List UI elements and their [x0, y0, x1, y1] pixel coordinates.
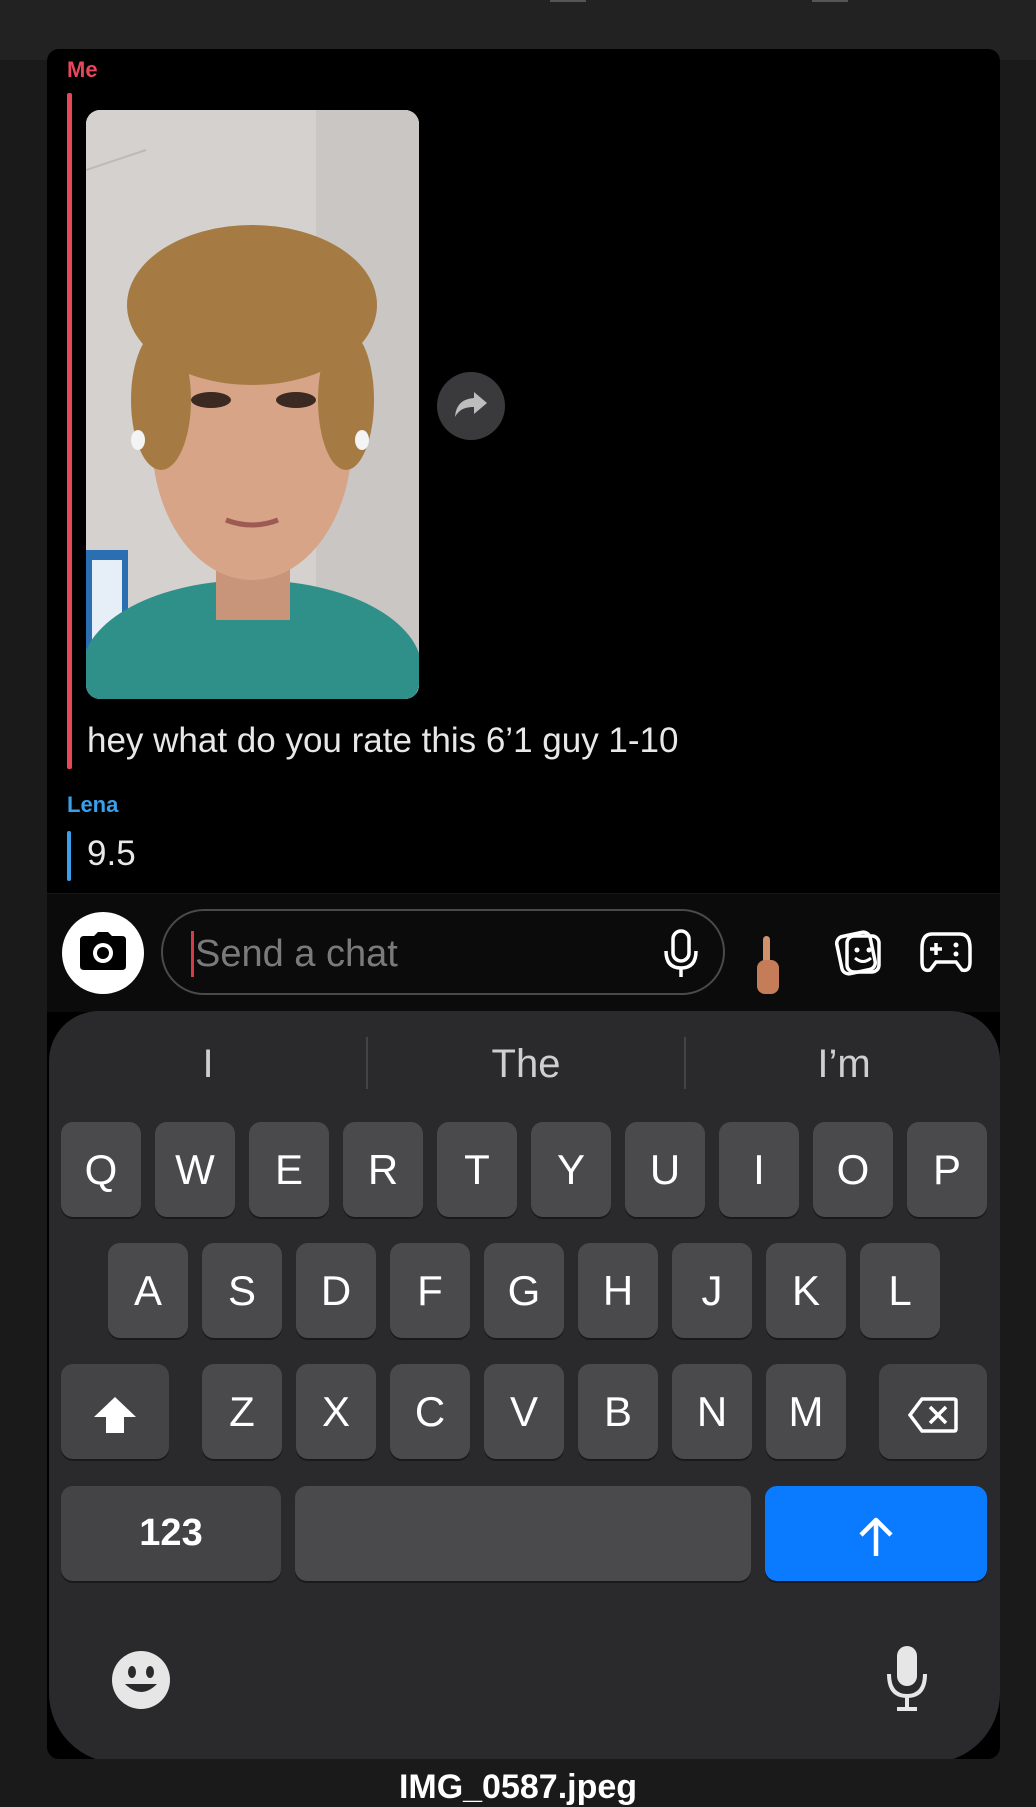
sender-bar-me	[67, 93, 72, 769]
camera-icon	[80, 931, 126, 975]
sender-bar-lena	[67, 831, 71, 881]
key-a[interactable]: A	[108, 1243, 188, 1338]
key-l[interactable]: L	[860, 1243, 940, 1338]
text-cursor	[191, 931, 194, 977]
key-e[interactable]: E	[249, 1122, 329, 1217]
suggestion-2[interactable]: The	[367, 1035, 685, 1093]
key-w[interactable]: W	[155, 1122, 235, 1217]
key-t[interactable]: T	[437, 1122, 517, 1217]
pointing-finger-icon[interactable]	[755, 936, 781, 1001]
key-o[interactable]: O	[813, 1122, 893, 1217]
sender-label-lena: Lena	[67, 792, 119, 817]
suggestion-3[interactable]: I’m	[685, 1035, 1000, 1093]
share-icon	[454, 390, 488, 423]
key-h[interactable]: H	[578, 1243, 658, 1338]
key-p[interactable]: P	[907, 1122, 987, 1217]
key-n[interactable]: N	[672, 1364, 752, 1459]
key-y[interactable]: Y	[531, 1122, 611, 1217]
send-arrow-icon	[858, 1510, 894, 1557]
key-q[interactable]: Q	[61, 1122, 141, 1217]
key-f[interactable]: F	[390, 1243, 470, 1338]
chat-screen: Me hey what do you rate this 6’1 guy 1-1…	[47, 49, 1000, 1759]
snap-photo[interactable]	[86, 110, 419, 699]
key-v[interactable]: V	[484, 1364, 564, 1459]
key-c[interactable]: C	[390, 1364, 470, 1459]
chat-input-placeholder: Send a chat	[195, 933, 398, 975]
keyboard: I The I’m Q W E R T Y U I O P A S D F G …	[49, 1011, 1000, 1759]
key-d[interactable]: D	[296, 1243, 376, 1338]
game-controller-icon[interactable]	[920, 930, 972, 979]
send-key[interactable]	[765, 1486, 987, 1581]
sticker-icon[interactable]	[833, 930, 883, 981]
key-i[interactable]: I	[719, 1122, 799, 1217]
message-text-lena: 9.5	[87, 834, 136, 873]
camera-button[interactable]	[62, 912, 144, 994]
chat-input-row: Send a chat	[47, 893, 1000, 1012]
delete-key[interactable]	[879, 1364, 987, 1459]
key-r[interactable]: R	[343, 1122, 423, 1217]
space-key[interactable]	[295, 1486, 751, 1581]
key-b[interactable]: B	[578, 1364, 658, 1459]
key-z[interactable]: Z	[202, 1364, 282, 1459]
key-s[interactable]: S	[202, 1243, 282, 1338]
shift-icon	[92, 1388, 138, 1435]
message-text-me: hey what do you rate this 6’1 guy 1-10	[87, 721, 679, 760]
chat-input[interactable]: Send a chat	[161, 909, 725, 995]
image-filename-caption: IMG_0587.jpeg	[398, 1768, 638, 1806]
key-k[interactable]: K	[766, 1243, 846, 1338]
key-g[interactable]: G	[484, 1243, 564, 1338]
key-j[interactable]: J	[672, 1243, 752, 1338]
shift-key[interactable]	[61, 1364, 169, 1459]
top-tick	[550, 0, 586, 2]
dictation-mic-icon[interactable]	[885, 1644, 929, 1717]
emoji-icon[interactable]	[111, 1650, 171, 1715]
key-u[interactable]: U	[625, 1122, 705, 1217]
numbers-key[interactable]: 123	[61, 1486, 281, 1581]
share-button[interactable]	[437, 372, 505, 440]
microphone-icon[interactable]	[663, 929, 699, 984]
top-tick	[812, 0, 848, 2]
key-x[interactable]: X	[296, 1364, 376, 1459]
sender-label-me: Me	[67, 57, 98, 82]
key-m[interactable]: M	[766, 1364, 846, 1459]
suggestion-1[interactable]: I	[49, 1035, 367, 1093]
delete-icon	[907, 1388, 958, 1435]
